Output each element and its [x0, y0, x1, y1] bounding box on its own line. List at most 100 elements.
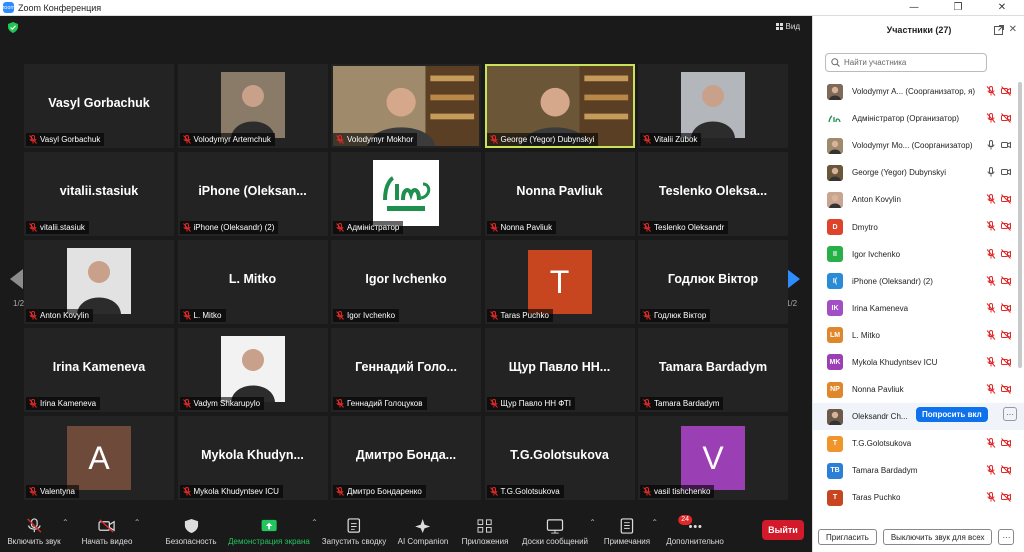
participant-tile[interactable]: Vadym Shkarupylo — [177, 328, 328, 412]
view-button[interactable]: Вид — [775, 22, 800, 31]
mic-off-icon[interactable] — [986, 492, 996, 503]
participant-tile[interactable]: Щур Павло НН... Щур Павло НН ФТІ — [484, 328, 635, 412]
caret-up-icon[interactable]: ⌃ — [134, 518, 141, 527]
participant-row[interactable]: NP Nonna Pavliuk — [813, 376, 1024, 403]
leave-button[interactable]: Выйти — [762, 520, 804, 540]
participant-row[interactable]: I(iPhone (Oleksandr) (2) — [813, 268, 1024, 295]
participant-row[interactable]: George (Yegor) Dubynskyi — [813, 159, 1024, 186]
participant-tile[interactable]: Дмитро Бонда... Дмитро Бондаренко — [331, 416, 481, 500]
participant-row[interactable]: II Igor Ivchenko — [813, 241, 1024, 268]
participant-row[interactable]: T T.G.Golotsukova — [813, 430, 1024, 457]
whiteboard-button[interactable]: Доски сообщений ⌃ — [522, 516, 596, 546]
participant-tile[interactable]: Адміністратор — [331, 152, 481, 236]
participant-tile[interactable]: Irina Kameneva Irina Kameneva — [24, 328, 174, 412]
participant-row[interactable]: TB Tamara Bardadym — [813, 457, 1024, 484]
video-off-icon[interactable] — [1001, 438, 1011, 449]
caret-up-icon[interactable]: ⌃ — [62, 518, 69, 527]
participant-tile[interactable]: Vvasil tishchenko — [638, 416, 788, 500]
caret-up-icon[interactable]: ⌃ — [589, 518, 596, 527]
mic-off-icon[interactable] — [986, 248, 996, 259]
summary-button[interactable]: Запустить сводку — [322, 516, 386, 546]
participant-tile[interactable]: Годлюк Віктор Годлюк Віктор — [638, 240, 788, 324]
mic-off-icon[interactable] — [986, 113, 996, 123]
video-off-icon[interactable] — [1001, 302, 1011, 313]
video-off-icon[interactable] — [1001, 221, 1011, 232]
footer-more-button[interactable]: ··· — [998, 529, 1015, 545]
mic-off-icon[interactable] — [986, 384, 996, 394]
caret-up-icon[interactable]: ⌃ — [311, 518, 318, 527]
participant-list-scrollbar[interactable] — [1018, 82, 1022, 368]
participant-row[interactable]: Anton Kovylin — [813, 186, 1024, 213]
participant-tile[interactable]: Teslenko Oleksa... Teslenko Oleksandr — [638, 152, 788, 236]
participant-tile[interactable]: Anton Kovylin — [24, 240, 174, 324]
video-off-icon[interactable] — [1001, 248, 1011, 259]
participant-tile[interactable]: A Valentyna — [24, 416, 174, 500]
popout-icon[interactable] — [994, 25, 1004, 35]
video-off-icon[interactable] — [1001, 194, 1011, 205]
video-off-icon[interactable] — [1001, 465, 1011, 476]
encryption-shield-icon[interactable] — [8, 22, 18, 33]
participant-tile[interactable]: George (Yegor) Dubynskyi — [484, 64, 635, 148]
participant-row[interactable]: T Taras Puchko — [813, 484, 1024, 511]
mic-off-icon[interactable] — [986, 438, 996, 449]
mic-off-icon[interactable] — [986, 275, 996, 286]
mute-all-button[interactable]: Выключить звук для всех — [882, 529, 993, 545]
prev-page-arrow-icon[interactable] — [10, 269, 24, 289]
mic-off-icon[interactable] — [986, 356, 996, 367]
mic-off-icon[interactable] — [986, 221, 996, 232]
mic-on-icon[interactable] — [986, 140, 996, 150]
video-off-icon[interactable] — [1001, 113, 1011, 123]
maximize-icon[interactable]: ❐ — [936, 0, 980, 16]
mic-on-icon[interactable] — [986, 167, 996, 177]
mic-off-icon[interactable] — [986, 86, 996, 96]
more-button[interactable]: Дополнительно 24 — [666, 515, 724, 546]
participant-row[interactable]: MK Mykola Khudyntsev ICU — [813, 349, 1024, 376]
video-on-icon[interactable] — [1001, 140, 1011, 150]
notes-button[interactable]: Примечания ⌃ — [604, 516, 658, 546]
close-panel-icon[interactable]: ✕ — [1009, 24, 1017, 35]
participant-tile[interactable]: Mykola Khudyn... Mykola Khudyntsev ICU — [177, 416, 328, 500]
participant-tile[interactable]: Igor Ivchenko Igor Ivchenko — [331, 240, 481, 324]
mic-off-button[interactable]: Включить звук ⌃ — [7, 516, 68, 546]
participant-tile[interactable]: Vasyl Gorbachuk Vasyl Gorbachuk — [24, 64, 174, 148]
participant-tile[interactable]: iPhone (Oleksan... iPhone (Oleksandr) (2) — [177, 152, 328, 236]
mic-off-icon[interactable] — [986, 465, 996, 476]
video-off-icon[interactable] — [1001, 275, 1011, 286]
participant-row[interactable]: Volodymyr A... (Соорганизатор, я) — [813, 78, 1024, 105]
participant-search-input[interactable]: Найти участника — [825, 53, 987, 72]
participant-row[interactable]: IK Irina Kameneva — [813, 295, 1024, 322]
video-on-icon[interactable] — [1001, 167, 1011, 177]
video-off-icon[interactable] — [1001, 492, 1011, 503]
mic-off-icon[interactable] — [986, 194, 996, 205]
apps-button[interactable]: Приложения — [462, 516, 508, 546]
participant-tile[interactable]: L. Mitko L. Mitko — [177, 240, 328, 324]
ai-sparkle-button[interactable]: AI Companion — [398, 516, 448, 546]
caret-up-icon[interactable]: ⌃ — [651, 518, 658, 527]
participant-row[interactable]: Oleksandr Ch... Попросить вкл ··· — [813, 403, 1024, 431]
minimize-icon[interactable]: — — [892, 0, 936, 16]
participant-tile[interactable]: T Taras Puchko — [484, 240, 635, 324]
participant-row[interactable]: LM L. Mitko — [813, 322, 1024, 349]
participant-row[interactable]: Volodymyr Mo... (Соорганизатор) — [813, 132, 1024, 159]
participant-tile[interactable]: Tamara Bardadym Tamara Bardadym — [638, 328, 788, 412]
mic-off-icon[interactable] — [986, 302, 996, 313]
video-off-icon[interactable] — [1001, 384, 1011, 394]
participant-tile[interactable]: Vitalii Zubok — [638, 64, 788, 148]
participant-tile[interactable]: Геннадий Голо... Геннадий Голоцуков — [331, 328, 481, 412]
participant-row[interactable]: D Dmytro — [813, 213, 1024, 240]
share-screen-button[interactable]: Демонстрация экрана ⌃ — [228, 516, 318, 546]
video-off-button[interactable]: Начать видео ⌃ — [82, 516, 141, 546]
close-window-icon[interactable]: ✕ — [980, 0, 1024, 16]
participant-row[interactable]: Адміністратор (Организатор) — [813, 105, 1024, 132]
video-off-icon[interactable] — [1001, 357, 1011, 367]
participant-tile[interactable]: Volodymyr Artemchuk — [177, 64, 328, 148]
ask-to-unmute-button[interactable]: Попросить вкл — [916, 407, 988, 423]
shield-button[interactable]: Безопасность — [165, 516, 217, 546]
participant-tile[interactable]: T.G.Golotsukova T.G.Golotsukova — [484, 416, 635, 500]
video-off-icon[interactable] — [1001, 86, 1011, 96]
participant-more-button[interactable]: ··· — [1003, 407, 1017, 422]
participant-tile[interactable]: vitalii.stasiuk vitalii.stasiuk — [24, 152, 174, 236]
mic-off-icon[interactable] — [986, 329, 996, 340]
video-off-icon[interactable] — [1001, 329, 1011, 340]
invite-button[interactable]: Пригласить — [818, 529, 877, 545]
